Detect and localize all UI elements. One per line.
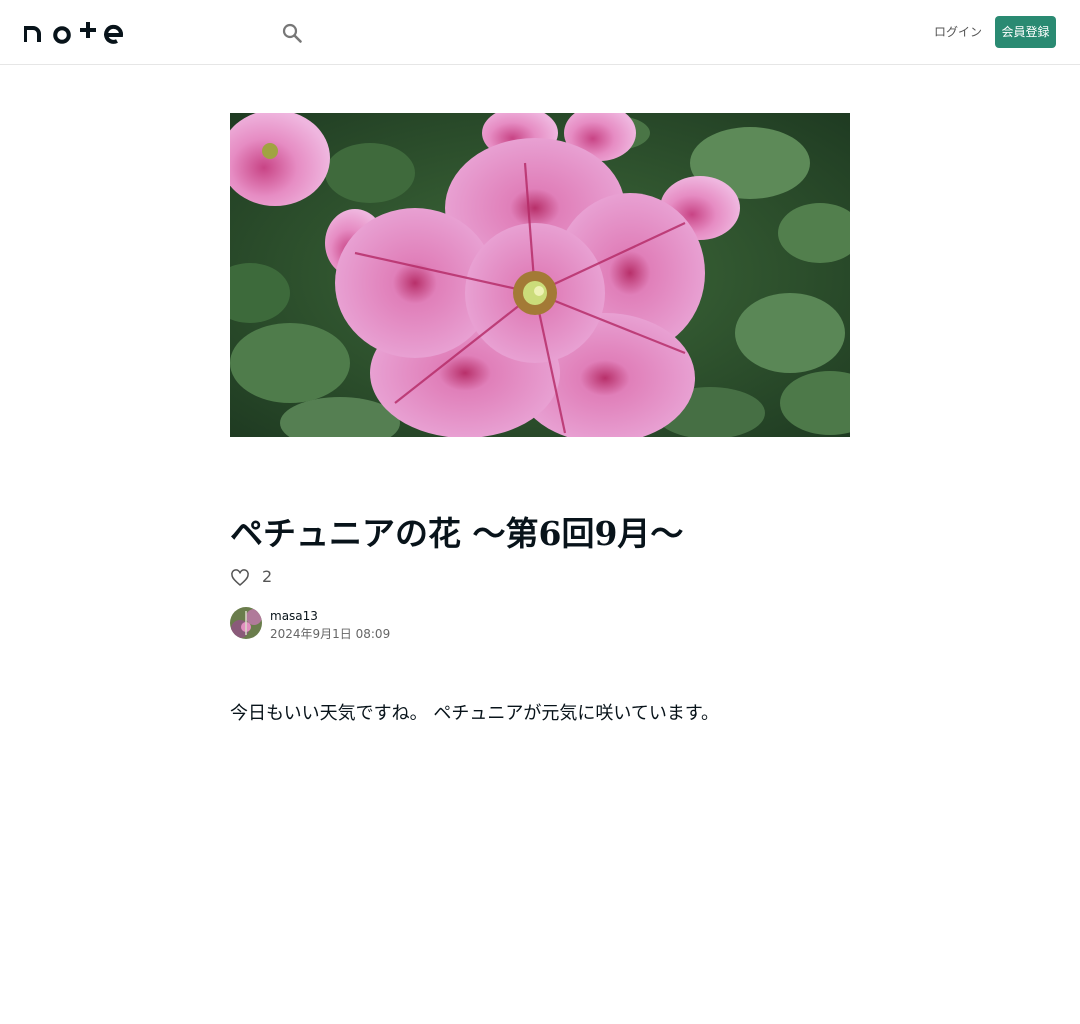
search-icon [282,23,302,43]
avatar[interactable] [230,607,262,639]
signup-button[interactable]: 会員登録 [995,16,1056,48]
post-date: 2024年9月1日 08:09 [270,627,391,641]
login-link[interactable]: ログイン [934,24,982,40]
like-count[interactable]: 2 [262,566,272,588]
article-body: 今日もいい天気ですね。 ペチュニアが元気に咲いています。 [230,703,720,724]
note-logo[interactable] [24,20,124,44]
search-button[interactable] [280,21,304,45]
article-hero-image [230,113,850,437]
author-name[interactable]: masa13 [270,608,318,624]
article-title: ペチュニアの花 〜第6回9月〜 [230,514,684,553]
site-header: ログイン 会員登録 [0,0,1080,65]
heart-icon[interactable] [230,568,250,588]
